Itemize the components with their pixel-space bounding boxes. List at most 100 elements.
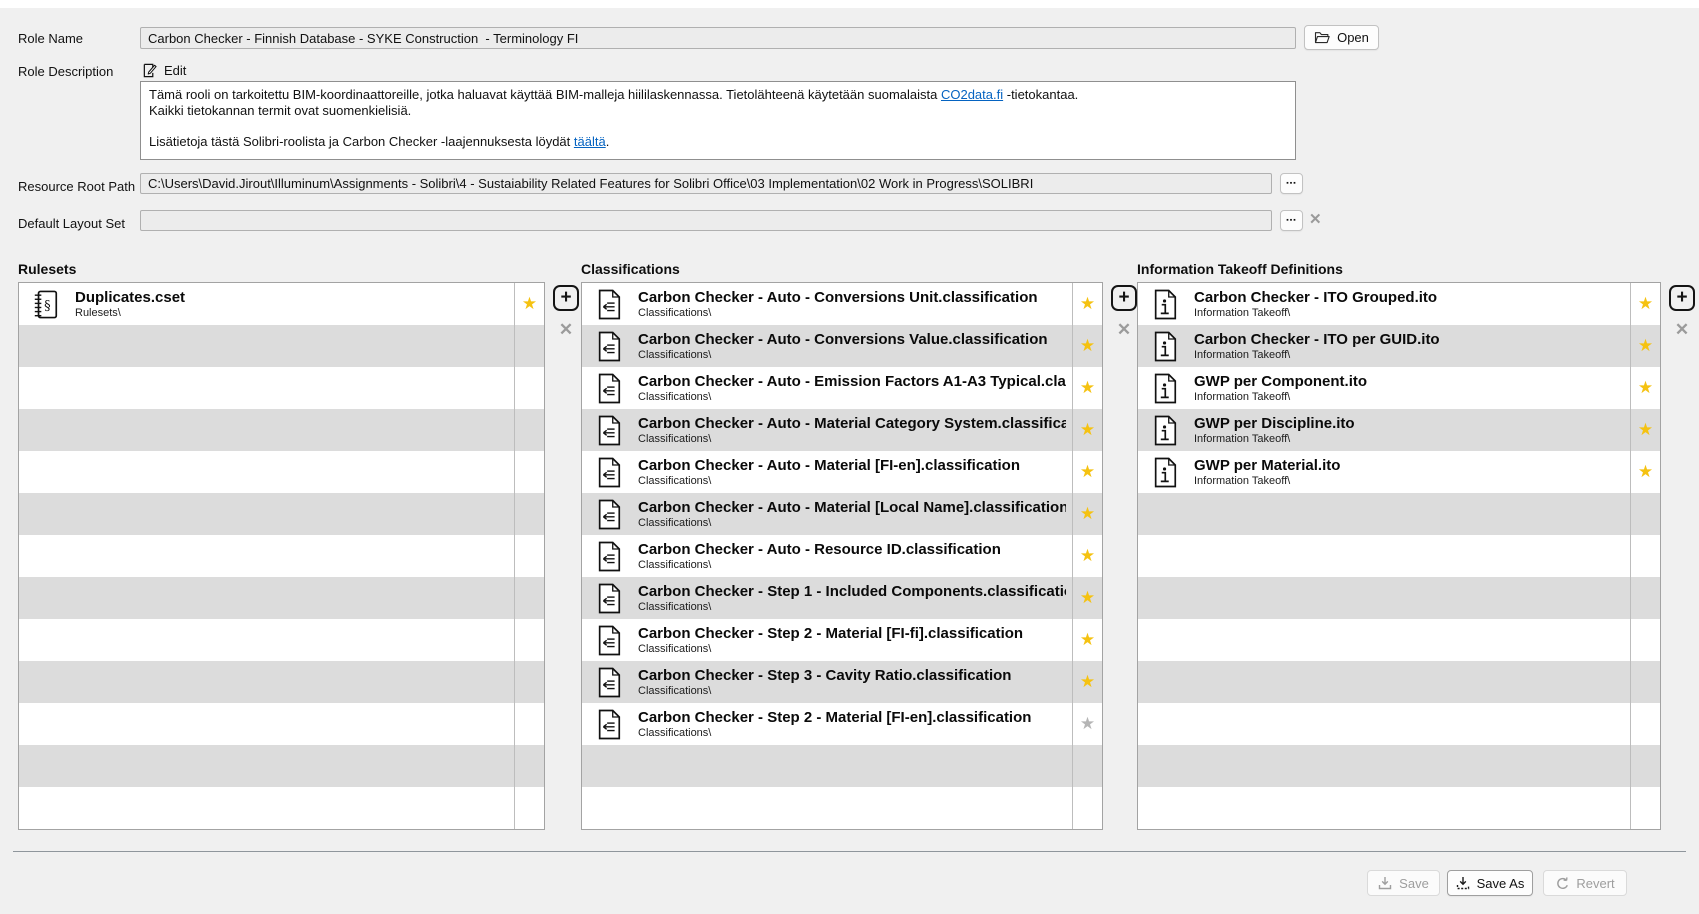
add-classification-button[interactable]: + <box>1111 285 1137 311</box>
clear-icon: ✕ <box>1309 211 1322 228</box>
list-item[interactable]: Carbon Checker - Auto - Conversions Unit… <box>582 283 1102 325</box>
favorite-star-icon[interactable]: ★ <box>1073 451 1102 493</box>
classification-icon <box>595 414 623 447</box>
favorite-star-icon[interactable]: ★ <box>515 283 544 325</box>
resource-root-path-value: C:\Users\David.Jirout\Illuminum\Assignme… <box>148 176 1033 191</box>
role-name-input[interactable]: Carbon Checker - Finnish Database - SYKE… <box>140 27 1296 49</box>
favorite-star-icon[interactable]: ★ <box>1073 535 1102 577</box>
role-description-text[interactable]: Tämä rooli on tarkoitettu BIM-koordinaat… <box>140 81 1296 160</box>
item-title: Duplicates.cset <box>75 289 508 307</box>
item-title: Carbon Checker - Auto - Resource ID.clas… <box>638 541 1066 559</box>
folder-open-icon <box>1314 31 1330 44</box>
role-name-label: Role Name <box>18 31 83 46</box>
list-item[interactable]: Carbon Checker - ITO per GUID.ito Inform… <box>1138 325 1660 367</box>
itos-side-buttons: + ✕ <box>1668 285 1696 340</box>
save-icon <box>1378 876 1392 890</box>
resource-root-path-input[interactable]: C:\Users\David.Jirout\Illuminum\Assignme… <box>140 173 1272 194</box>
default-layout-set-input[interactable] <box>140 210 1272 231</box>
list-item[interactable]: Carbon Checker - Auto - Material [FI-en]… <box>582 451 1102 493</box>
item-title: Carbon Checker - Auto - Emission Factors… <box>638 373 1066 391</box>
item-title: Carbon Checker - Auto - Material [Local … <box>638 499 1066 517</box>
favorite-star-icon[interactable]: ★ <box>1073 409 1102 451</box>
edit-description-button[interactable]: Edit <box>142 61 186 79</box>
save-button[interactable]: Save <box>1367 870 1440 896</box>
ito-icon <box>1151 414 1179 447</box>
item-path: Classifications\ <box>638 727 1066 740</box>
add-ruleset-button[interactable]: + <box>553 285 579 311</box>
ito-icon <box>1151 372 1179 405</box>
classifications-list: Carbon Checker - Auto - Conversions Unit… <box>581 282 1103 830</box>
browse-resource-root-button[interactable]: ▪▪▪ <box>1280 173 1303 194</box>
item-path: Classifications\ <box>638 517 1066 530</box>
description-line-3: Lisätietoja tästä Solibri-roolista ja Ca… <box>149 134 1287 150</box>
role-description-label: Role Description <box>18 64 113 79</box>
favorite-star-icon[interactable]: ★ <box>1073 283 1102 325</box>
classification-icon <box>595 708 623 741</box>
item-path: Information Takeoff\ <box>1194 349 1624 362</box>
list-item[interactable]: Carbon Checker - Auto - Material Categor… <box>582 409 1102 451</box>
item-title: Carbon Checker - Auto - Material Categor… <box>638 415 1066 433</box>
list-item[interactable]: Carbon Checker - Auto - Emission Factors… <box>582 367 1102 409</box>
svg-text:§: § <box>44 298 51 313</box>
item-path: Classifications\ <box>638 349 1066 362</box>
favorite-star-icon[interactable]: ★ <box>1631 367 1660 409</box>
browse-default-layout-button[interactable]: ▪▪▪ <box>1280 210 1303 231</box>
list-item[interactable]: Carbon Checker - Auto - Conversions Valu… <box>582 325 1102 367</box>
rulesets-panel-title: Rulesets <box>18 261 76 277</box>
co2data-link[interactable]: CO2data.fi <box>941 87 1003 102</box>
item-path: Classifications\ <box>638 643 1066 656</box>
description-line-1: Tämä rooli on tarkoitettu BIM-koordinaat… <box>149 87 1287 103</box>
more-info-link[interactable]: täältä <box>574 134 606 149</box>
rulesets-list: § Duplicates.cset Rulesets\ ★ <box>18 282 545 830</box>
ellipsis-icon: ▪▪▪ <box>1286 217 1296 224</box>
list-item[interactable]: Carbon Checker - Step 2 - Material [FI-f… <box>582 619 1102 661</box>
item-path: Information Takeoff\ <box>1194 475 1624 488</box>
default-layout-set-label: Default Layout Set <box>18 216 125 231</box>
save-as-icon <box>1456 876 1470 890</box>
item-path: Classifications\ <box>638 433 1066 446</box>
list-item[interactable]: Carbon Checker - Step 3 - Cavity Ratio.c… <box>582 661 1102 703</box>
remove-ruleset-button[interactable]: ✕ <box>554 318 578 340</box>
favorite-star-icon[interactable]: ★ <box>1631 325 1660 367</box>
favorite-star-icon[interactable]: ★ <box>1073 493 1102 535</box>
classification-icon <box>595 288 623 321</box>
itos-panel-title: Information Takeoff Definitions <box>1137 261 1343 277</box>
add-ito-button[interactable]: + <box>1669 285 1695 311</box>
favorite-star-icon[interactable]: ★ <box>1073 661 1102 703</box>
favorite-star-icon[interactable]: ★ <box>1073 325 1102 367</box>
favorite-star-icon[interactable]: ★ <box>1631 451 1660 493</box>
item-title: Carbon Checker - Step 3 - Cavity Ratio.c… <box>638 667 1066 685</box>
item-path: Classifications\ <box>638 391 1066 404</box>
classification-icon <box>595 498 623 531</box>
list-item[interactable]: Carbon Checker - Auto - Resource ID.clas… <box>582 535 1102 577</box>
description-blank-line <box>149 119 1287 134</box>
classification-icon <box>595 372 623 405</box>
resource-root-path-label: Resource Root Path <box>18 179 135 194</box>
list-item[interactable]: Carbon Checker - Step 2 - Material [FI-e… <box>582 703 1102 745</box>
role-settings-window: Role Name Carbon Checker - Finnish Datab… <box>0 0 1699 914</box>
item-title: Carbon Checker - ITO per GUID.ito <box>1194 331 1624 349</box>
clear-default-layout-button[interactable]: ✕ <box>1309 212 1322 227</box>
favorite-star-icon[interactable]: ★ <box>1073 703 1102 745</box>
favorite-star-icon[interactable]: ★ <box>1631 409 1660 451</box>
list-item[interactable]: GWP per Component.ito Information Takeof… <box>1138 367 1660 409</box>
open-button[interactable]: Open <box>1304 25 1379 50</box>
save-as-button[interactable]: Save As <box>1447 870 1533 896</box>
list-item[interactable]: § Duplicates.cset Rulesets\ ★ <box>19 283 544 325</box>
favorite-star-icon[interactable]: ★ <box>1073 619 1102 661</box>
favorite-star-icon[interactable]: ★ <box>1631 283 1660 325</box>
remove-ito-button[interactable]: ✕ <box>1670 318 1694 340</box>
revert-button[interactable]: Revert <box>1543 870 1627 896</box>
classification-icon <box>595 540 623 573</box>
list-item[interactable]: GWP per Discipline.ito Information Takeo… <box>1138 409 1660 451</box>
item-path: Classifications\ <box>638 475 1066 488</box>
remove-classification-button[interactable]: ✕ <box>1112 318 1136 340</box>
list-item[interactable]: Carbon Checker - Step 1 - Included Compo… <box>582 577 1102 619</box>
list-item[interactable]: Carbon Checker - ITO Grouped.ito Informa… <box>1138 283 1660 325</box>
role-name-value: Carbon Checker - Finnish Database - SYKE… <box>148 31 578 46</box>
favorite-star-icon[interactable]: ★ <box>1073 577 1102 619</box>
list-item[interactable]: Carbon Checker - Auto - Material [Local … <box>582 493 1102 535</box>
favorite-star-icon[interactable]: ★ <box>1073 367 1102 409</box>
list-item[interactable]: GWP per Material.ito Information Takeoff… <box>1138 451 1660 493</box>
ito-icon <box>1151 288 1179 321</box>
